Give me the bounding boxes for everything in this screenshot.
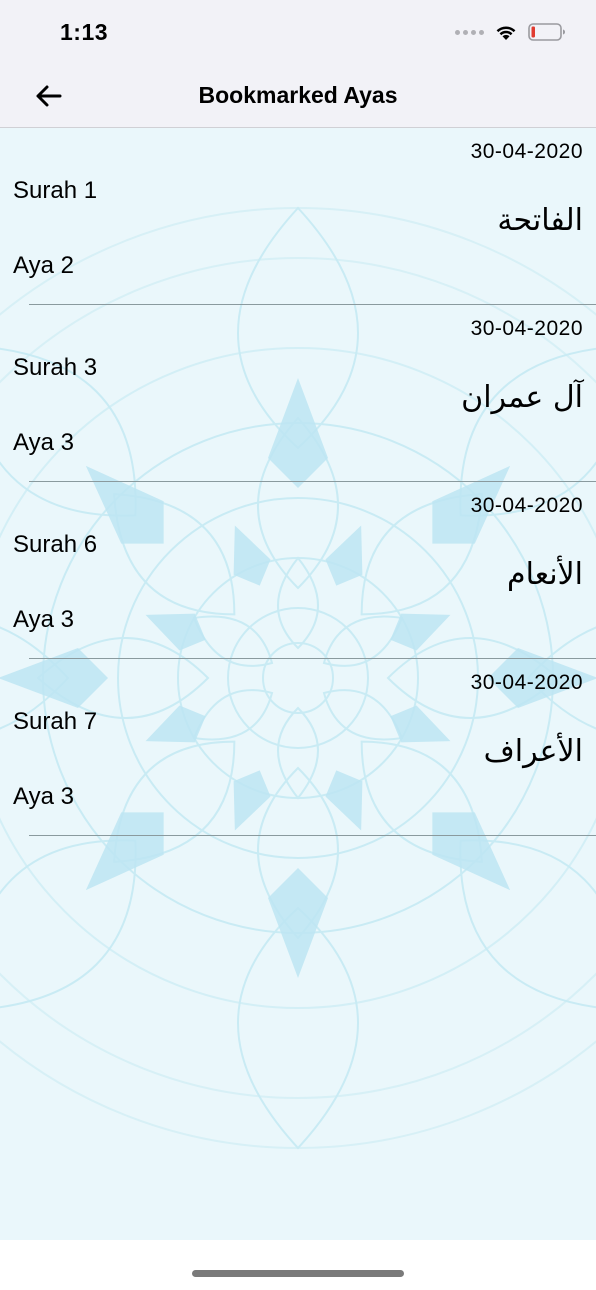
home-indicator[interactable]	[192, 1270, 404, 1277]
aya-number: Aya 2	[13, 252, 74, 279]
bookmark-list-area: 30-04-2020 Surah 1 الفاتحة Aya 2 30-04-2…	[0, 128, 596, 1240]
status-icons	[455, 22, 566, 42]
navigation-bar: Bookmarked Ayas	[0, 66, 596, 128]
page-title: Bookmarked Ayas	[198, 82, 398, 108]
bookmark-date: 30-04-2020	[470, 317, 583, 340]
bookmark-date: 30-04-2020	[470, 494, 583, 517]
bookmark-date: 30-04-2020	[470, 140, 583, 163]
aya-number: Aya 3	[13, 429, 74, 456]
wifi-icon	[496, 26, 516, 40]
surah-number: Surah 3	[13, 354, 98, 381]
bookmark-row[interactable]: 30-04-2020 Surah 6 الأنعام Aya 3	[0, 482, 596, 659]
surah-number: Surah 6	[13, 531, 98, 558]
surah-name-arabic: الأنعام	[507, 557, 583, 592]
surah-name-arabic: آل عمران	[461, 380, 583, 415]
surah-name-arabic: الأعراف	[483, 734, 583, 769]
bookmark-date: 30-04-2020	[470, 671, 583, 694]
status-time: 1:13	[60, 19, 109, 45]
surah-name-arabic: الفاتحة	[497, 203, 583, 238]
row-divider	[29, 835, 596, 836]
signal-dots-icon	[455, 29, 484, 35]
surah-number: Surah 1	[13, 177, 98, 204]
aya-number: Aya 3	[13, 783, 74, 810]
surah-number: Surah 7	[13, 708, 98, 735]
bookmark-row[interactable]: 30-04-2020 Surah 7 الأعراف Aya 3	[0, 659, 596, 836]
aya-number: Aya 3	[13, 606, 74, 633]
bookmark-row[interactable]: 30-04-2020 Surah 3 آل عمران Aya 3	[0, 305, 596, 482]
status-bar: 1:13	[0, 0, 596, 66]
bookmark-row[interactable]: 30-04-2020 Surah 1 الفاتحة Aya 2	[0, 128, 596, 305]
bookmark-list: 30-04-2020 Surah 1 الفاتحة Aya 2 30-04-2…	[0, 128, 596, 836]
battery-low-icon	[528, 23, 565, 41]
home-indicator-area	[0, 1240, 596, 1290]
